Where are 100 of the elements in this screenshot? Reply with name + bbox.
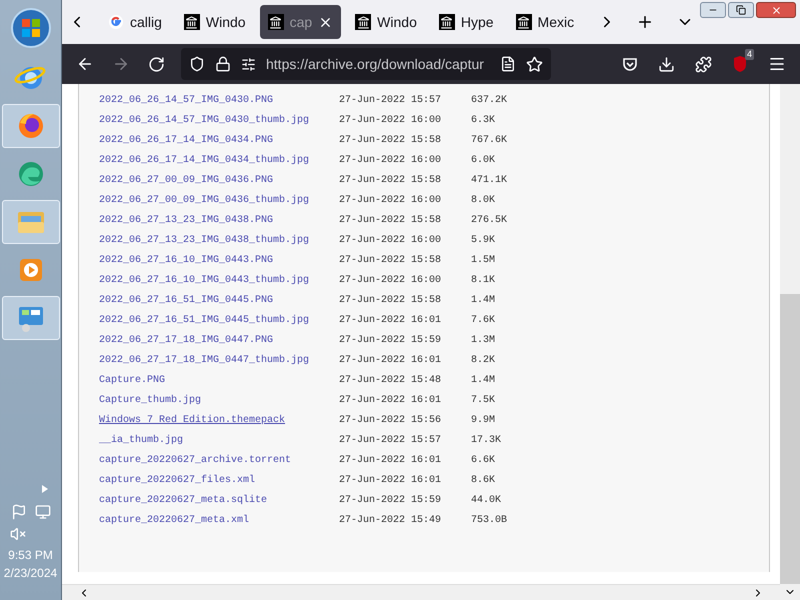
reload-icon[interactable] [148, 56, 165, 72]
download-icon[interactable] [658, 56, 675, 72]
file-size: 1.4M [471, 374, 496, 388]
file-link[interactable]: Windows 7 Red Edition.themepack [99, 412, 339, 428]
google-g-icon [108, 14, 124, 30]
back-icon[interactable] [76, 55, 94, 73]
building-icon [268, 14, 284, 30]
file-link[interactable]: 2022_06_27_16_10_IMG_0443_thumb.jpg [99, 272, 339, 288]
file-size: 8.2K [471, 354, 496, 368]
file-date: 27-Jun-2022 15:58 [339, 134, 442, 148]
file-link[interactable]: 2022_06_27_00_09_IMG_0436_thumb.jpg [99, 192, 339, 208]
file-date: 27-Jun-2022 15:57 [339, 434, 442, 448]
file-link[interactable]: 2022_06_27_16_51_IMG_0445_thumb.jpg [99, 312, 339, 328]
file-link[interactable]: __ia_thumb.jpg [99, 432, 339, 448]
file-link[interactable]: 2022_06_27_13_23_IMG_0438.PNG [99, 212, 339, 228]
file-date: 27-Jun-2022 15:58 [339, 294, 442, 308]
file-size: 6.0K [471, 154, 496, 168]
building-icon [438, 14, 455, 30]
file-date: 27-Jun-2022 15:48 [339, 374, 442, 388]
taskbar-button[interactable] [2, 104, 60, 148]
scrollbar-thumb[interactable] [780, 294, 800, 584]
file-date: 27-Jun-2022 15:56 [339, 414, 442, 428]
browser-tab[interactable]: callig [100, 5, 170, 39]
file-link[interactable]: 2022_06_27_16_10_IMG_0443.PNG [99, 252, 339, 268]
file-size: 6.3K [471, 114, 496, 128]
file-date: 27-Jun-2022 16:00 [339, 154, 442, 168]
file-size: 44.0K [471, 494, 502, 508]
pocket-icon[interactable] [622, 56, 638, 72]
extensions-icon[interactable] [695, 56, 712, 72]
browser-tab[interactable]: Hype [430, 5, 502, 39]
file-size: 1.5M [471, 254, 496, 268]
building-icon [184, 14, 200, 30]
bookmark-star-icon[interactable] [526, 56, 543, 72]
file-date: 27-Jun-2022 15:58 [339, 254, 442, 268]
browser-tab[interactable]: cap [260, 5, 342, 39]
file-date: 27-Jun-2022 16:01 [339, 394, 442, 408]
permissions-icon[interactable] [241, 56, 256, 72]
file-link[interactable]: 2022_06_27_17_18_IMG_0447_thumb.jpg [99, 352, 339, 368]
shield-icon[interactable] [189, 56, 205, 72]
browser-tab[interactable]: Windo [347, 5, 425, 39]
building-icon [516, 14, 532, 30]
file-date: 27-Jun-2022 16:01 [339, 354, 442, 368]
badge: 4 [744, 49, 754, 60]
file-size: 767.6K [471, 134, 508, 148]
file-size: 8.6K [471, 474, 496, 488]
file-link[interactable]: 2022_06_26_17_14_IMG_0434_thumb.jpg [99, 152, 339, 168]
close-icon [770, 4, 782, 16]
file-date: 27-Jun-2022 15:58 [339, 174, 442, 188]
file-date: 27-Jun-2022 15:59 [339, 494, 442, 508]
file-link[interactable]: capture_20220627_meta.xml [99, 512, 339, 528]
vertical-scrollbar[interactable] [780, 84, 800, 600]
reader-view-icon[interactable] [500, 56, 516, 72]
file-link[interactable]: 2022_06_26_17_14_IMG_0434.PNG [99, 132, 339, 148]
file-date: 27-Jun-2022 16:01 [339, 474, 442, 488]
file-date: 27-Jun-2022 16:00 [339, 234, 442, 248]
file-link[interactable]: capture_20220627_files.xml [99, 472, 339, 488]
file-date: 27-Jun-2022 16:00 [339, 114, 442, 128]
file-date: 27-Jun-2022 16:00 [339, 194, 442, 208]
file-link[interactable]: 2022_06_27_17_18_IMG_0447.PNG [99, 332, 339, 348]
restore-button[interactable] [728, 2, 754, 18]
file-date: 27-Jun-2022 15:57 [339, 94, 442, 108]
file-link[interactable]: 2022_06_27_16_51_IMG_0445.PNG [99, 292, 339, 308]
file-link[interactable]: 2022_06_26_14_57_IMG_0430.PNG [99, 92, 339, 108]
file-link[interactable]: capture_20220627_meta.sqlite [99, 492, 339, 508]
file-size: 17.3K [471, 434, 502, 448]
file-date: 27-Jun-2022 16:01 [339, 454, 442, 468]
address-bar[interactable]: https://archive.org/download/captur [181, 48, 551, 80]
file-link[interactable]: capture_20220627_archive.torrent [99, 452, 339, 468]
browser-tab[interactable]: Mexic [508, 5, 582, 39]
file-size: 7.6K [471, 314, 496, 328]
restore-icon [736, 5, 746, 15]
taskbar-button[interactable] [2, 296, 60, 340]
file-size: 1.3M [471, 334, 496, 348]
file-size: 276.5K [471, 214, 508, 228]
file-date: 27-Jun-2022 15:49 [339, 514, 442, 528]
file-link[interactable]: 2022_06_26_14_57_IMG_0430_thumb.jpg [99, 112, 339, 128]
file-date: 27-Jun-2022 15:59 [339, 334, 442, 348]
browser-tab[interactable]: Windo [176, 5, 254, 39]
file-link[interactable]: Capture.PNG [99, 372, 339, 388]
file-date: 27-Jun-2022 15:58 [339, 214, 442, 228]
file-size: 1.4M [471, 294, 496, 308]
forward-icon[interactable] [112, 55, 130, 73]
close-window-button[interactable] [756, 2, 796, 18]
file-size: 637.2K [471, 94, 508, 108]
muted-speaker-icon[interactable] [10, 526, 26, 542]
building-icon [355, 14, 372, 30]
file-size: 753.0B [471, 514, 508, 528]
lock-icon[interactable] [215, 56, 231, 72]
start-orb-icon[interactable] [8, 6, 52, 50]
file-size: 7.5K [471, 394, 496, 408]
file-link[interactable]: 2022_06_27_00_09_IMG_0436.PNG [99, 172, 339, 188]
file-date: 27-Jun-2022 16:01 [339, 314, 442, 328]
file-size: 6.6K [471, 454, 496, 468]
file-size: 471.1K [471, 174, 508, 188]
menu-icon[interactable] [768, 55, 786, 73]
file-size: 9.9M [471, 414, 496, 428]
file-link[interactable]: 2022_06_27_13_23_IMG_0438_thumb.jpg [99, 232, 339, 248]
file-link[interactable]: Capture_thumb.jpg [99, 392, 339, 408]
horizontal-scrollbar[interactable] [62, 584, 780, 600]
file-size: 8.1K [471, 274, 496, 288]
